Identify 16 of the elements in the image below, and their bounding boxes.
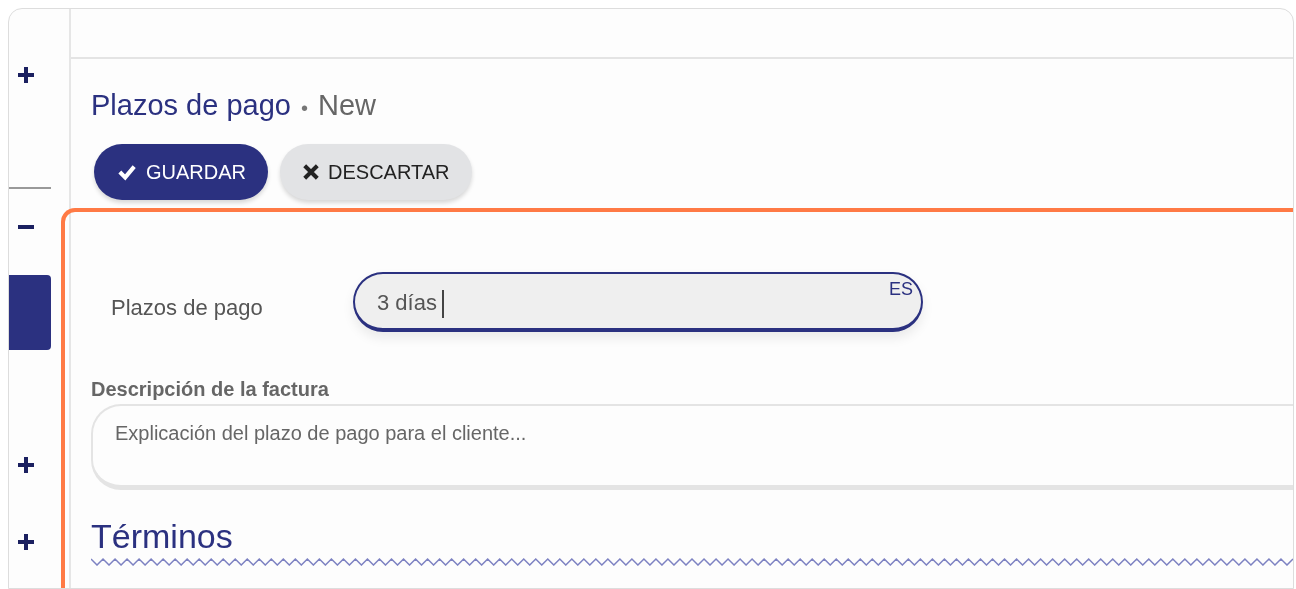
expand-icon[interactable] [17, 533, 35, 551]
separator-dot: • [300, 97, 308, 119]
section-title: Términos [91, 516, 234, 556]
check-icon [116, 163, 138, 181]
record-status: New [317, 89, 376, 121]
expand-icon[interactable] [17, 66, 35, 84]
language-toggle[interactable]: ES [889, 276, 913, 303]
name-input-field[interactable]: 3 días ES [353, 272, 923, 332]
page-title: Plazos de pago [91, 89, 291, 121]
field-label: Plazos de pago [110, 293, 264, 322]
description-field[interactable]: Explicación del plazo de pago para el cliente... [91, 404, 1293, 490]
field-label: Descripción de la factura [91, 377, 330, 402]
expand-icon[interactable] [17, 456, 35, 474]
discard-button[interactable]: DESCARTAR [280, 144, 472, 200]
save-button[interactable]: GUARDAR [94, 144, 268, 200]
x-icon [302, 163, 320, 181]
